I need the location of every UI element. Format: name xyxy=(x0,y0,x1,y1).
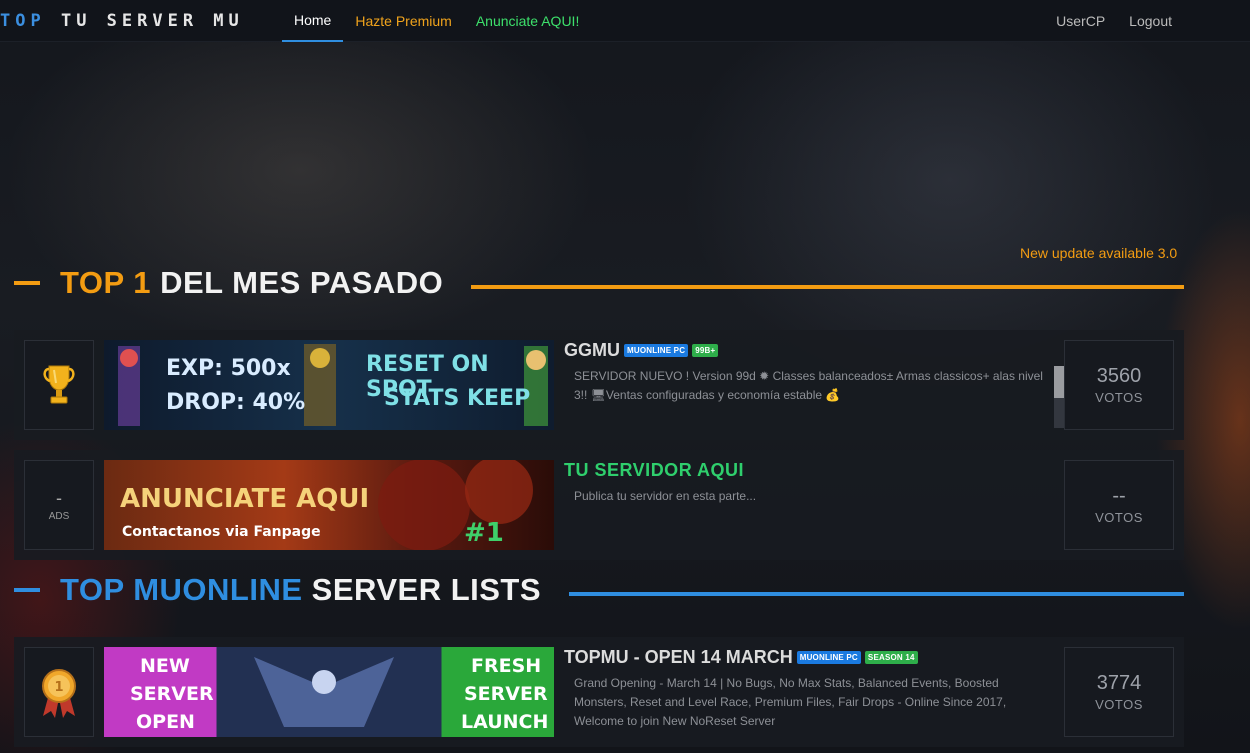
votes-box[interactable]: -- VOTOS xyxy=(1064,460,1174,550)
tag-season: SEASON 14 xyxy=(864,651,918,664)
nav-logout[interactable]: Logout xyxy=(1117,0,1184,42)
top-navbar: TOP TU SERVER MU Home Hazte Premium Anun… xyxy=(0,0,1250,42)
tag-platform: MUONLINE PC xyxy=(624,344,689,357)
server-name-link[interactable]: TOPMU - OPEN 14 MARCH xyxy=(564,647,793,668)
banner-text: SERVER xyxy=(464,683,548,705)
server-title: TU SERVIDOR AQUI xyxy=(564,460,1044,481)
banner-text: SERVER xyxy=(130,683,214,705)
trophy-icon xyxy=(43,365,75,404)
site-logo[interactable]: TOP TU SERVER MU xyxy=(0,11,282,31)
votes-box[interactable]: 3560 VOTOS xyxy=(1064,340,1174,430)
banner-text: ANUNCIATE AQUI xyxy=(120,484,370,514)
description-scrollbar[interactable] xyxy=(1054,366,1064,428)
server-description: Publica tu servidor en esta parte... xyxy=(574,489,757,503)
ad-row[interactable]: - ADS ANUNCIATE AQUI Contactanos via Fan… xyxy=(14,450,1184,560)
ad-banner[interactable]: ANUNCIATE AQUI Contactanos via Fanpage #… xyxy=(104,460,554,550)
header-dash xyxy=(14,281,40,285)
nav-hazte-premium[interactable]: Hazte Premium xyxy=(343,0,463,42)
section-header-top1: TOP 1 DEL MES PASADO xyxy=(14,263,1184,303)
banner-text: EXP: 500x xyxy=(166,356,291,381)
votes-box[interactable]: 3774 VOTOS xyxy=(1064,647,1174,737)
rank-badge xyxy=(24,340,94,430)
server-info: GGMU MUONLINE PC 99B+ SERVIDOR NUEVO ! V… xyxy=(564,340,1044,405)
banner-text: DROP: 40% xyxy=(166,390,306,415)
server-row[interactable]: 1 NEW SERVER OPEN FRESH SERVER LAUNCH TO… xyxy=(14,637,1184,747)
nav-usercp[interactable]: UserCP xyxy=(1044,0,1117,42)
logo-text-rest: TU SERVER MU xyxy=(45,10,244,31)
banner-text: STATS KEEP xyxy=(384,386,531,411)
banner-text: #1 xyxy=(464,518,504,548)
nav-home[interactable]: Home xyxy=(282,0,344,42)
header-line xyxy=(569,592,1184,596)
rank-badge: - ADS xyxy=(24,460,94,550)
section-header-server-list: TOP MUONLINE SERVER LISTS xyxy=(14,570,1184,610)
update-notice[interactable]: New update available 3.0 xyxy=(1020,245,1177,261)
rank-badge: 1 xyxy=(24,647,94,737)
server-name-link[interactable]: TU SERVIDOR AQUI xyxy=(564,460,744,481)
banner-text: Contactanos via Fanpage xyxy=(122,524,321,540)
medal-icon: 1 xyxy=(42,669,76,718)
banner-text: OPEN xyxy=(136,711,195,733)
nav-anunciate-aqui[interactable]: Anunciate AQUI! xyxy=(464,0,592,42)
server-banner[interactable]: NEW SERVER OPEN FRESH SERVER LAUNCH xyxy=(104,647,554,737)
title-accent: TOP 1 xyxy=(60,265,151,300)
tag-platform: MUONLINE PC xyxy=(796,651,861,664)
votes-count: 3774 xyxy=(1096,672,1142,694)
server-description: Grand Opening - March 14 | No Bugs, No M… xyxy=(574,676,1007,728)
scrollbar-thumb[interactable] xyxy=(1054,366,1064,398)
server-row[interactable]: EXP: 500x DROP: 40% RESET ON SPOT STATS … xyxy=(14,330,1184,440)
server-banner[interactable]: EXP: 500x DROP: 40% RESET ON SPOT STATS … xyxy=(104,340,554,430)
banner-text: NEW xyxy=(140,655,190,677)
title-rest: SERVER LISTS xyxy=(302,572,542,607)
header-line xyxy=(471,285,1184,289)
title-accent: TOP MUONLINE xyxy=(60,572,303,607)
server-info: TU SERVIDOR AQUI Publica tu servidor en … xyxy=(564,460,1044,506)
votes-label: VOTOS xyxy=(1095,697,1143,712)
server-description: SERVIDOR NUEVO ! Version 99d ✹ Classes b… xyxy=(574,369,1043,402)
ads-dash: - xyxy=(56,487,62,508)
server-name-link[interactable]: GGMU xyxy=(564,340,620,361)
votes-count: 3560 xyxy=(1096,365,1142,387)
server-info: TOPMU - OPEN 14 MARCH MUONLINE PC SEASON… xyxy=(564,647,1044,731)
section-title-top1: TOP 1 DEL MES PASADO xyxy=(60,265,443,301)
ads-label: ADS xyxy=(48,510,70,522)
banner-text: FRESH xyxy=(471,655,542,677)
tag-version: 99B+ xyxy=(692,344,719,357)
votes-count: -- xyxy=(1112,485,1126,507)
votes-label: VOTOS xyxy=(1095,510,1143,525)
svg-text:1: 1 xyxy=(54,680,63,695)
logo-text-top: TOP xyxy=(0,10,46,31)
nav-right-group: UserCP Logout xyxy=(1044,0,1250,42)
votes-label: VOTOS xyxy=(1095,390,1143,405)
title-rest: DEL MES PASADO xyxy=(150,265,444,300)
banner-text: LAUNCH xyxy=(461,711,549,733)
server-title: GGMU MUONLINE PC 99B+ xyxy=(564,340,1044,361)
section-title-server-list: TOP MUONLINE SERVER LISTS xyxy=(60,572,541,608)
header-dash xyxy=(14,588,40,592)
server-title: TOPMU - OPEN 14 MARCH MUONLINE PC SEASON… xyxy=(564,647,1044,668)
